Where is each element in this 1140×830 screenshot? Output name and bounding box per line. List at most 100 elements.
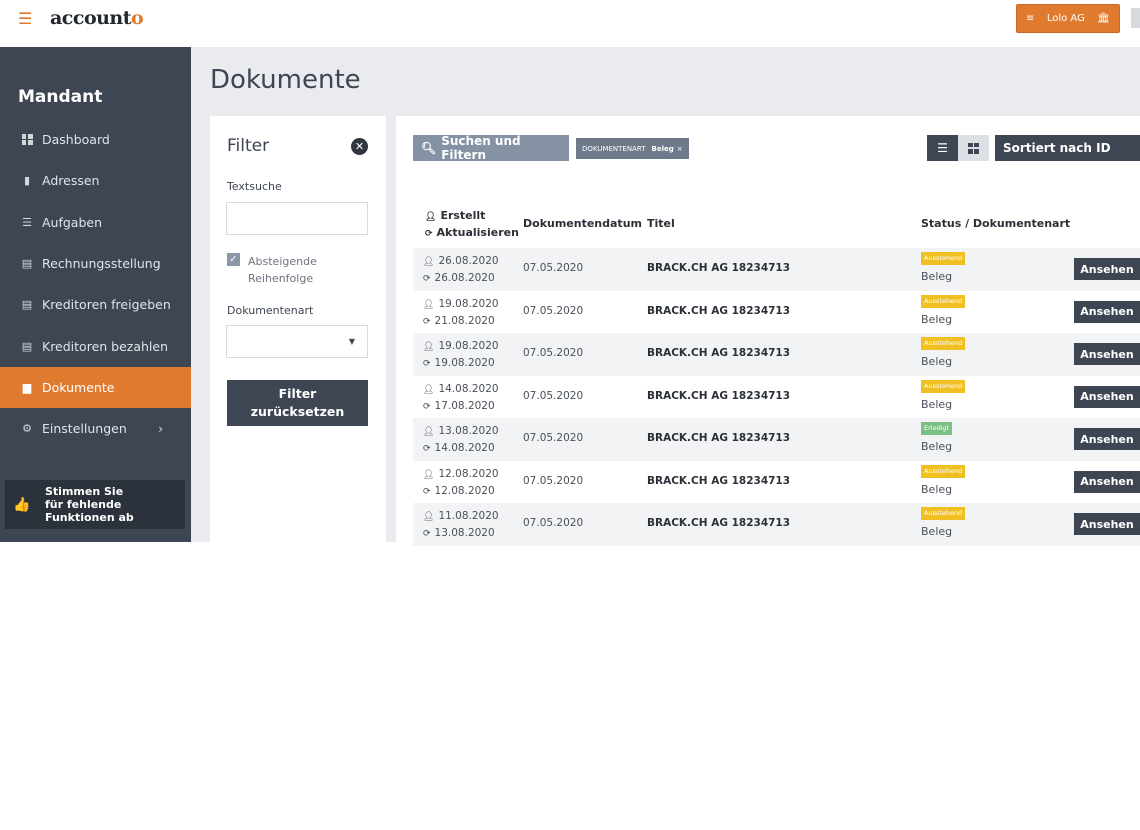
sidebar-item-label: Einstellungen — [42, 421, 127, 437]
view-button[interactable]: Ansehen — [1074, 470, 1140, 493]
sidebar-item-label: Rechnungsstellung — [42, 256, 161, 272]
table-row[interactable]: 👤︎ 14.08.2020 ⟳ 17.08.2020 07.05.2020 BRAC… — [413, 376, 1140, 419]
inbox-icon: ▆ — [22, 380, 32, 394]
row-title[interactable]: BRACK.CH AG 18234713 — [647, 390, 790, 402]
chip-key: DOKUMENTENART — [582, 144, 646, 153]
row-doctype: Beleg — [921, 397, 953, 411]
table-row[interactable]: 👤︎ 26.08.2020 ⟳ 26.08.2020 07.05.2020 BRAC… — [413, 248, 1140, 291]
document-table-body: 👤︎ 26.08.2020 ⟳ 26.08.2020 07.05.2020 BRAC… — [413, 248, 1140, 546]
text-search-input[interactable] — [226, 202, 368, 235]
status-badge: Ausstehend — [921, 464, 966, 478]
table-row[interactable]: 👤︎ 19.08.2020 ⟳ 19.08.2020 07.05.2020 BRAC… — [413, 333, 1140, 376]
sidebar-item-kreditoren-freigeben[interactable]: ▤ Kreditoren freigeben — [0, 284, 191, 325]
row-dates: 👤︎ 19.08.2020 ⟳ 19.08.2020 — [423, 340, 499, 369]
refresh-icon: ⟳ — [423, 359, 431, 369]
sidebar-item-rechnungsstellung[interactable]: ▤ Rechnungsstellung — [0, 243, 191, 284]
user-menu-edge[interactable] — [1131, 8, 1140, 28]
view-button[interactable]: Ansehen — [1074, 385, 1140, 408]
active-filter-chip[interactable]: DOKUMENTENART Beleg × — [576, 138, 689, 159]
filter-panel: Filter ✕ Textsuche ✓ Absteigende Reihenf… — [210, 116, 386, 542]
view-button[interactable]: Ansehen — [1074, 428, 1140, 450]
column-header-docdate[interactable]: Dokumentendatum — [523, 216, 642, 232]
sidebar-item-label: Adressen — [42, 173, 100, 189]
vote-text: Stimmen Sie für fehlende Funktionen ab — [45, 485, 134, 524]
row-doctype: Beleg — [921, 270, 953, 283]
row-title[interactable]: BRACK.CH AG 18234713 — [647, 475, 790, 487]
grid-view-button[interactable] — [958, 135, 989, 161]
sidebar-item-dokumente[interactable]: ▆ Dokumente — [0, 366, 191, 409]
user-icon: 👤︎ — [423, 384, 435, 395]
row-dates: 👤︎ 12.08.2020 ⟳ 12.08.2020 — [423, 467, 499, 497]
row-doctype: Beleg — [921, 312, 953, 326]
row-docdate: 07.05.2020 — [523, 517, 584, 529]
accounto-logo[interactable]: accounto — [50, 7, 144, 29]
sidebar-item-dashboard[interactable]: Dashboard — [0, 119, 191, 160]
sidebar-nav: Dashboard ▮ Adressen ☰ Aufgaben ▤ Rechnu… — [0, 119, 191, 449]
search-and-filter-button[interactable]: 🔍︎ Suchen und Filtern — [413, 134, 569, 162]
chevron-right-icon: › — [158, 421, 163, 436]
sidebar-item-aufgaben[interactable]: ☰ Aufgaben — [0, 202, 191, 243]
refresh-icon: ⟳ — [423, 529, 431, 539]
reset-filter-button[interactable]: Filter zurücksetzen — [227, 380, 368, 426]
refresh-icon: ⟳ — [423, 486, 431, 497]
row-title[interactable]: BRACK.CH AG 18234713 — [647, 305, 790, 317]
sort-select[interactable]: Sortiert nach ID — [995, 135, 1140, 161]
view-button[interactable]: Ansehen — [1074, 343, 1140, 365]
invoice-icon: ▤ — [21, 298, 33, 312]
client-switcher-button[interactable]: ≡ Lolo AG 🏛 — [1016, 4, 1120, 33]
refresh-icon: ⟳ — [423, 274, 431, 284]
row-docdate: 07.05.2020 — [523, 347, 584, 359]
row-title[interactable]: BRACK.CH AG 18234713 — [647, 262, 790, 274]
column-header-status[interactable]: Status / Dokumentenart — [921, 216, 1070, 232]
sidebar-item-label: Dokumente — [42, 379, 115, 395]
refresh-icon: ⟳ — [423, 444, 431, 454]
status-badge: Ausstehend — [921, 252, 966, 265]
row-doctype: Beleg — [921, 482, 953, 496]
row-title[interactable]: BRACK.CH AG 18234713 — [647, 517, 790, 529]
list-icon: ☰ — [937, 141, 948, 155]
column-header-created[interactable]: 👤︎ Erstellt ⟳ Aktualisieren — [425, 208, 519, 242]
table-row[interactable]: 👤︎ 12.08.2020 ⟳ 12.08.2020 07.05.2020 BRAC… — [413, 461, 1140, 504]
sidebar-item-einstellungen[interactable]: ⚙ Einstellungen › — [0, 408, 191, 449]
row-title[interactable]: BRACK.CH AG 18234713 — [647, 347, 790, 359]
view-button[interactable]: Ansehen — [1074, 258, 1140, 280]
hamburger-icon[interactable]: ☰ — [18, 11, 32, 27]
sidebar-item-adressen[interactable]: ▮ Adressen — [0, 160, 191, 201]
invoice-icon: ▤ — [21, 339, 33, 353]
chip-remove-icon[interactable]: × — [677, 145, 683, 153]
descending-checkbox-label[interactable]: Absteigende Reihenfolge — [248, 253, 317, 287]
refresh-icon: ⟳ — [423, 401, 431, 412]
document-list-panel: 🔍︎ Suchen und Filtern DOKUMENTENART Bele… — [396, 116, 1140, 546]
caret-down-icon: ▼ — [348, 337, 355, 346]
status-badge: Erledigt — [921, 422, 953, 435]
table-row[interactable]: 👤︎ 11.08.2020 ⟳ 13.08.2020 07.05.2020 BRAC… — [413, 503, 1140, 546]
sort-label: Sortiert nach ID — [1003, 141, 1111, 155]
main-area: Dokumente Filter ✕ Textsuche ✓ Absteigen… — [191, 47, 1140, 546]
view-button[interactable]: Ansehen — [1074, 300, 1140, 323]
user-icon: 👤︎ — [423, 512, 435, 522]
doctype-select[interactable]: ▼ — [226, 325, 368, 358]
user-icon: 👤︎ — [425, 212, 437, 222]
row-title[interactable]: BRACK.CH AG 18234713 — [647, 432, 790, 444]
gear-icon: ⚙ — [22, 422, 32, 436]
descending-checkbox[interactable]: ✓ — [227, 253, 240, 266]
thumbs-up-icon: 👍 — [13, 496, 31, 513]
doctype-label: Dokumentenart — [227, 304, 314, 317]
logo-accent: o — [131, 7, 144, 29]
view-button[interactable]: Ansehen — [1074, 513, 1140, 535]
sidebar: Mandant Dashboard ▮ Adressen ☰ Aufgaben … — [0, 47, 191, 542]
client-name: Lolo AG — [1046, 13, 1085, 24]
row-dates: 👤︎ 11.08.2020 ⟳ 13.08.2020 — [423, 510, 499, 539]
row-docdate: 07.05.2020 — [523, 474, 584, 487]
column-header-title[interactable]: Titel — [647, 216, 675, 232]
list-view-button[interactable]: ☰ — [927, 135, 958, 161]
table-row[interactable]: 👤︎ 13.08.2020 ⟳ 14.08.2020 07.05.2020 BRAC… — [413, 418, 1140, 461]
sidebar-item-kreditoren-bezahlen[interactable]: ▤ Kreditoren bezahlen — [0, 325, 191, 366]
user-icon: 👤︎ — [423, 427, 435, 437]
vote-features-button[interactable]: 👍 Stimmen Sie für fehlende Funktionen ab — [5, 480, 185, 529]
logo-text: account — [50, 7, 132, 29]
search-button-label: Suchen und Filtern — [441, 134, 521, 162]
table-row[interactable]: 👤︎ 19.08.2020 ⟳ 21.08.2020 07.05.2020 BRAC… — [413, 291, 1140, 334]
user-icon: 👤︎ — [423, 342, 435, 352]
close-icon[interactable]: ✕ — [351, 138, 368, 155]
